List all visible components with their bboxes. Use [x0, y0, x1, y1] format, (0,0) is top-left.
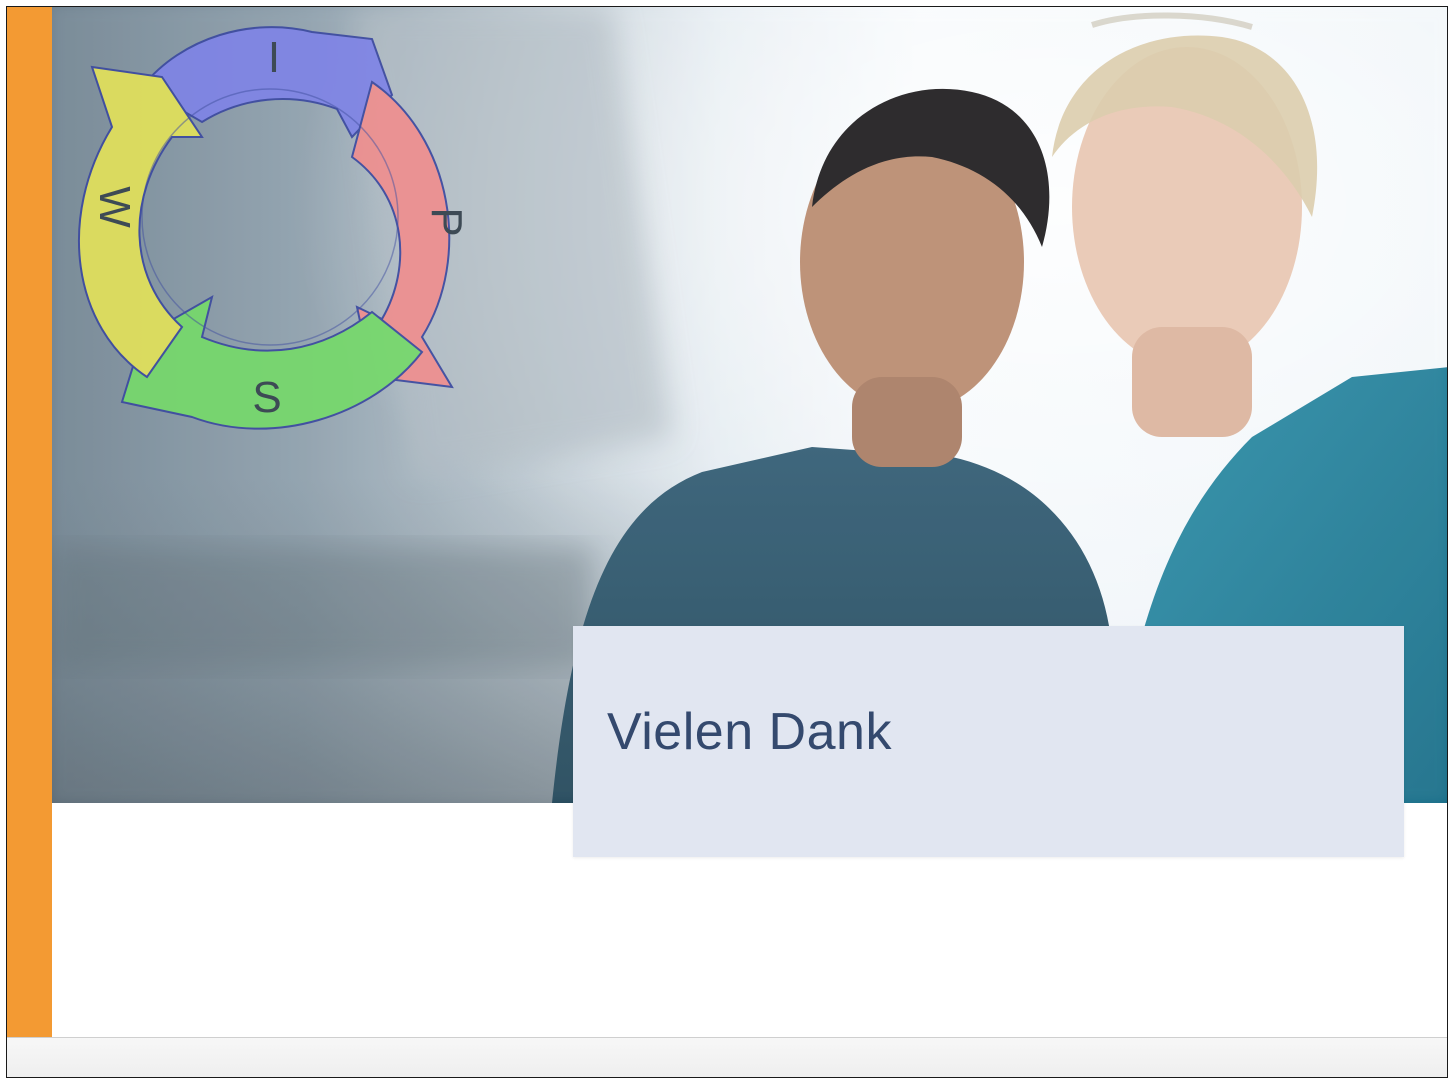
cycle-letter-s: S [252, 373, 281, 422]
title-box: Vielen Dank [573, 626, 1404, 857]
cycle-letter-p: P [422, 207, 471, 236]
slide-title: Vielen Dank [607, 703, 892, 761]
bottom-strip [7, 1037, 1447, 1077]
accent-bar [7, 7, 52, 1037]
cycle-letter-w: W [90, 186, 139, 228]
cycle-diagram: I P S W [78, 26, 471, 430]
slide: I P S W Vielen Dank [6, 6, 1448, 1078]
cycle-letter-i: I [268, 33, 280, 82]
